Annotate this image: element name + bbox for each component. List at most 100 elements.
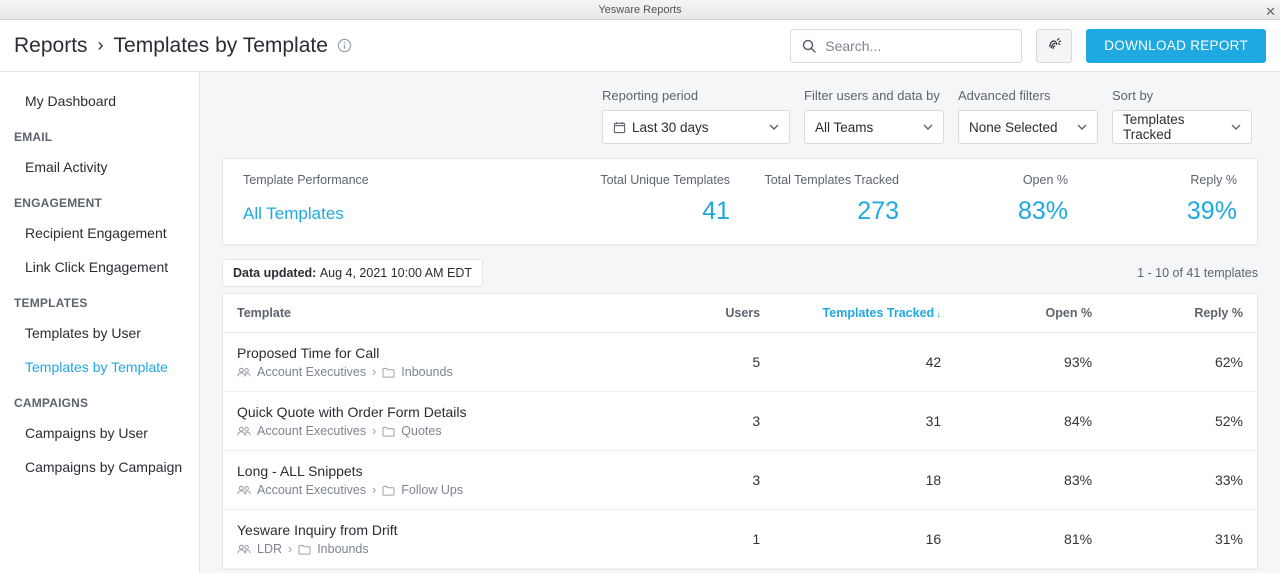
sidebar-item-email-activity[interactable]: Email Activity bbox=[0, 150, 199, 184]
perf-header-reply: Reply % bbox=[1068, 173, 1237, 187]
sidebar-item-recipient-engagement[interactable]: Recipient Engagement bbox=[0, 216, 199, 250]
advanced-filters-select[interactable]: None Selected bbox=[958, 110, 1098, 144]
window-titlebar: Yesware Reports ✕ bbox=[0, 0, 1280, 20]
sidebar-heading-email: EMAIL bbox=[0, 118, 199, 150]
table-row[interactable]: Proposed Time for Call Account Executives… bbox=[223, 333, 1257, 392]
main-content: Reporting period Last 30 days Filter use… bbox=[200, 72, 1280, 573]
cell-reply: 52% bbox=[1092, 413, 1243, 429]
cell-tracked: 18 bbox=[760, 472, 941, 488]
breadcrumb: Reports › Templates by Template bbox=[14, 34, 352, 58]
col-reply[interactable]: Reply % bbox=[1092, 306, 1243, 320]
perf-unique-value: 41 bbox=[561, 197, 730, 226]
search-input-container[interactable] bbox=[790, 29, 1022, 63]
folder-icon bbox=[298, 544, 311, 555]
chevron-right-icon: › bbox=[372, 424, 376, 438]
cell-users: 3 bbox=[639, 472, 760, 488]
perf-header-unique: Total Unique Templates bbox=[561, 173, 730, 187]
folder-icon bbox=[382, 485, 395, 496]
sidebar-item-templates-by-user[interactable]: Templates by User bbox=[0, 316, 199, 350]
cell-reply: 62% bbox=[1092, 354, 1243, 370]
cell-open: 81% bbox=[941, 531, 1092, 547]
sidebar-item-link-click-engagement[interactable]: Link Click Engagement bbox=[0, 250, 199, 284]
folder-icon bbox=[382, 367, 395, 378]
wave-icon bbox=[1044, 36, 1064, 56]
wave-button[interactable] bbox=[1036, 29, 1072, 63]
cell-reply: 33% bbox=[1092, 472, 1243, 488]
table-row[interactable]: Long - ALL Snippets Account Executives›Fo… bbox=[223, 451, 1257, 510]
reporting-period-select[interactable]: Last 30 days bbox=[602, 110, 790, 144]
cell-users: 5 bbox=[639, 354, 760, 370]
close-icon[interactable]: ✕ bbox=[1265, 2, 1276, 22]
folder-icon bbox=[382, 426, 395, 437]
cell-reply: 31% bbox=[1092, 531, 1243, 547]
people-icon bbox=[237, 484, 251, 496]
cell-open: 93% bbox=[941, 354, 1092, 370]
template-path: Account Executives›Follow Ups bbox=[237, 483, 639, 497]
table-header: Template Users Templates Tracked↓ Open %… bbox=[223, 293, 1257, 333]
breadcrumb-root[interactable]: Reports bbox=[14, 34, 88, 58]
chevron-right-icon: › bbox=[372, 365, 376, 379]
table-row[interactable]: Quick Quote with Order Form Details Accou… bbox=[223, 392, 1257, 451]
perf-reply-value: 39% bbox=[1068, 197, 1237, 226]
template-name: Proposed Time for Call bbox=[237, 345, 639, 361]
sidebar-heading-engagement: ENGAGEMENT bbox=[0, 184, 199, 216]
window-title: Yesware Reports bbox=[598, 4, 681, 16]
download-report-button[interactable]: DOWNLOAD REPORT bbox=[1086, 29, 1266, 63]
sidebar-item-campaigns-by-campaign[interactable]: Campaigns by Campaign bbox=[0, 450, 199, 484]
pagination-range: 1 - 10 of 41 templates bbox=[1137, 266, 1258, 280]
perf-name[interactable]: All Templates bbox=[243, 204, 561, 224]
filter-label-advanced: Advanced filters bbox=[958, 88, 1098, 103]
chevron-down-icon bbox=[1077, 122, 1087, 132]
template-path: Account Executives›Quotes bbox=[237, 424, 639, 438]
page-title: Templates by Template bbox=[114, 34, 328, 58]
table-row[interactable]: Yesware Inquiry from DriftLDR›Inbounds11… bbox=[223, 510, 1257, 569]
sidebar: My Dashboard EMAIL Email Activity ENGAGE… bbox=[0, 72, 200, 573]
calendar-icon bbox=[613, 121, 626, 134]
cell-tracked: 42 bbox=[760, 354, 941, 370]
sidebar-item-campaigns-by-user[interactable]: Campaigns by User bbox=[0, 416, 199, 450]
col-users[interactable]: Users bbox=[639, 306, 760, 320]
chevron-down-icon bbox=[769, 122, 779, 132]
people-icon bbox=[237, 543, 251, 555]
template-name: Yesware Inquiry from Drift bbox=[237, 522, 639, 538]
filter-row: Reporting period Last 30 days Filter use… bbox=[200, 72, 1280, 158]
cell-users: 1 bbox=[639, 531, 760, 547]
template-performance-card: Template Performance Total Unique Templa… bbox=[222, 158, 1258, 245]
template-path: LDR›Inbounds bbox=[237, 542, 639, 556]
perf-header-tracked: Total Templates Tracked bbox=[730, 173, 899, 187]
people-icon bbox=[237, 425, 251, 437]
template-name: Quick Quote with Order Form Details bbox=[237, 404, 639, 420]
chevron-right-icon: › bbox=[372, 483, 376, 497]
cell-open: 83% bbox=[941, 472, 1092, 488]
col-open[interactable]: Open % bbox=[941, 306, 1092, 320]
template-name: Long - ALL Snippets bbox=[237, 463, 639, 479]
filter-label-period: Reporting period bbox=[602, 88, 790, 103]
perf-header-name: Template Performance bbox=[243, 173, 561, 187]
filter-label-sort: Sort by bbox=[1112, 88, 1252, 103]
cell-tracked: 31 bbox=[760, 413, 941, 429]
perf-tracked-value: 273 bbox=[730, 197, 899, 226]
chevron-down-icon bbox=[923, 122, 933, 132]
cell-users: 3 bbox=[639, 413, 760, 429]
chevron-down-icon bbox=[1231, 122, 1241, 132]
chevron-right-icon: › bbox=[288, 542, 292, 556]
topbar: Reports › Templates by Template DOWNLOAD… bbox=[0, 20, 1280, 72]
sidebar-item-my-dashboard[interactable]: My Dashboard bbox=[0, 84, 199, 118]
info-icon[interactable] bbox=[337, 38, 352, 53]
search-input[interactable] bbox=[825, 38, 1011, 54]
perf-header-open: Open % bbox=[899, 173, 1068, 187]
people-icon bbox=[237, 366, 251, 378]
cell-open: 84% bbox=[941, 413, 1092, 429]
templates-table: Template Users Templates Tracked↓ Open %… bbox=[222, 293, 1258, 570]
sidebar-item-templates-by-template[interactable]: Templates by Template bbox=[0, 350, 199, 384]
chevron-right-icon: › bbox=[98, 35, 104, 56]
filter-users-select[interactable]: All Teams bbox=[804, 110, 944, 144]
search-icon bbox=[801, 38, 817, 54]
sidebar-heading-templates: TEMPLATES bbox=[0, 284, 199, 316]
sort-by-select[interactable]: Templates Tracked bbox=[1112, 110, 1252, 144]
template-path: Account Executives›Inbounds bbox=[237, 365, 639, 379]
data-updated-badge: Data updated: Aug 4, 2021 10:00 AM EDT bbox=[222, 259, 483, 287]
sidebar-heading-campaigns: CAMPAIGNS bbox=[0, 384, 199, 416]
col-tracked[interactable]: Templates Tracked↓ bbox=[760, 306, 941, 320]
col-template[interactable]: Template bbox=[237, 306, 639, 320]
